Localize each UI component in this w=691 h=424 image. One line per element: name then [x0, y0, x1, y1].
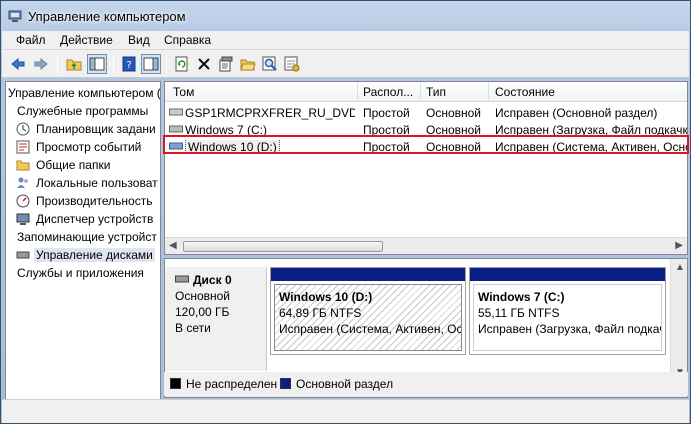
menu-action[interactable]: Действие: [56, 33, 117, 47]
legend-label-primary: Основной раздел: [296, 377, 394, 391]
drive-icon: [169, 125, 183, 133]
unallocated-swatch: [170, 378, 181, 389]
partition-size: 64,89 ГБ NTFS: [279, 306, 362, 320]
status-bar: [2, 399, 689, 423]
shared-folder-icon: [16, 160, 30, 171]
scrollbar-thumb[interactable]: [183, 241, 383, 252]
legend: Не распределен Основной раздел: [164, 372, 688, 396]
up-folder-icon[interactable]: [64, 54, 84, 74]
column-header-type[interactable]: Тип: [426, 85, 446, 99]
partition-body: Windows 7 (C:) 55,11 ГБ NTFS Исправен (З…: [473, 284, 662, 351]
column-header-volume[interactable]: Том: [173, 85, 194, 99]
partition-color-bar: [271, 268, 465, 281]
help-icon[interactable]: ?: [119, 54, 139, 74]
volume-list: Том Распол... Тип Состояние GSP1RMCPRXFR…: [164, 81, 688, 255]
disk-map-vertical-scrollbar[interactable]: ▲ ▼: [670, 259, 687, 381]
tree-item-label: Службы и приложения: [17, 266, 144, 280]
partition-size: 55,11 ГБ NTFS: [478, 306, 560, 320]
disk-icon: [16, 251, 30, 259]
navigation-tree: Управление компьютером (л Служебные прог…: [5, 81, 161, 419]
menu-file[interactable]: Файл: [12, 33, 50, 47]
show-action-pane-icon[interactable]: [141, 54, 161, 74]
tree-item-label: Запоминающие устройст: [17, 230, 157, 244]
tree-item-label: Диспетчер устройств: [36, 212, 154, 226]
svg-text:?: ?: [126, 60, 131, 71]
column-header-status[interactable]: Состояние: [495, 85, 555, 99]
show-tree-icon[interactable]: [87, 54, 107, 74]
open-icon[interactable]: [238, 54, 258, 74]
performance-icon: [16, 194, 30, 208]
partition-windows-7[interactable]: Windows 7 (C:) 55,11 ГБ NTFS Исправен (З…: [469, 267, 666, 355]
window: Управление компьютером Файл Действие Вид…: [0, 0, 691, 424]
tree-item-label: Производительность: [36, 194, 153, 208]
toolbar: ?: [2, 50, 689, 78]
device-manager-icon: [16, 213, 30, 225]
toolbar-separator: [57, 55, 58, 73]
tree-item-label: Управление дисками: [34, 248, 155, 262]
search-icon[interactable]: [260, 54, 280, 74]
back-icon[interactable]: [8, 54, 28, 74]
properties-icon[interactable]: [216, 54, 236, 74]
column-divider[interactable]: [357, 82, 358, 102]
users-icon: [17, 177, 28, 188]
tree-item-label: Просмотр событий: [36, 140, 142, 154]
disk-icon: [175, 275, 189, 283]
event-log-icon: [16, 140, 30, 154]
disk-kind: Основной: [175, 289, 231, 303]
disk-name: Диск 0: [193, 273, 232, 287]
partition-status: Исправен (Загрузка, Файл подкач: [478, 322, 662, 336]
partition-windows-10[interactable]: Windows 10 (D:) 64,89 ГБ NTFS Исправен (…: [270, 267, 466, 355]
partition-color-bar: [470, 268, 665, 281]
partition-status: Исправен (Система, Активен, Осн: [279, 322, 462, 336]
toolbar-separator: [113, 55, 114, 73]
table-row[interactable]: GSP1RMCPRXFRER_RU_DVD (E:) Простой Основ…: [165, 104, 687, 121]
column-header-layout[interactable]: Распол...: [363, 85, 413, 99]
tree-item-label: Управление компьютером (л: [8, 86, 161, 100]
dvd-drive-icon: [169, 108, 183, 116]
partition-title: Windows 7 (C:): [478, 290, 565, 304]
refresh-icon[interactable]: [172, 54, 192, 74]
wizard-icon[interactable]: [282, 54, 302, 74]
column-divider[interactable]: [420, 82, 421, 102]
toolbar-separator: [166, 55, 167, 73]
highlight-frame: [163, 135, 689, 154]
scroll-up-icon[interactable]: ▲: [675, 262, 685, 273]
partition-title: Windows 10 (D:): [279, 290, 373, 304]
partition-body: Windows 10 (D:) 64,89 ГБ NTFS Исправен (…: [274, 284, 462, 351]
title-bar[interactable]: Управление компьютером: [1, 1, 690, 31]
tree-item-label: Локальные пользоват: [36, 176, 158, 190]
menu-help[interactable]: Справка: [160, 33, 215, 47]
scroll-left-icon[interactable]: ◀: [169, 240, 177, 251]
tree-item-label: Планировщик задани: [36, 122, 156, 136]
tree-item-label: Служебные программы: [17, 104, 149, 118]
tree-item-label: Общие папки: [36, 158, 111, 172]
forward-icon[interactable]: [31, 54, 51, 74]
volume-list-header: Том Распол... Тип Состояние: [165, 82, 687, 102]
volume-type: Основной: [426, 106, 482, 120]
primary-partition-swatch: [280, 378, 291, 389]
disk-state: В сети: [175, 321, 211, 335]
disk-size: 120,00 ГБ: [175, 305, 230, 319]
delete-icon[interactable]: [194, 54, 214, 74]
legend-label-unallocated: Не распределен: [186, 377, 278, 391]
volume-name: GSP1RMCPRXFRER_RU_DVD (E:): [185, 106, 355, 120]
volume-status: Исправен (Основной раздел): [495, 106, 658, 120]
scroll-right-icon[interactable]: ▶: [675, 240, 683, 251]
window-title: Управление компьютером: [28, 9, 186, 24]
computer-management-icon: [8, 10, 22, 22]
volume-layout: Простой: [363, 106, 410, 120]
disk-info[interactable]: Диск 0 Основной 120,00 ГБ В сети: [165, 267, 267, 371]
volume-list-horizontal-scrollbar[interactable]: ◀ ▶: [165, 237, 687, 254]
column-divider[interactable]: [488, 82, 489, 102]
menu-view[interactable]: Вид: [124, 33, 154, 47]
clock-icon: [16, 122, 30, 136]
menu-bar: Файл Действие Вид Справка: [2, 31, 689, 50]
